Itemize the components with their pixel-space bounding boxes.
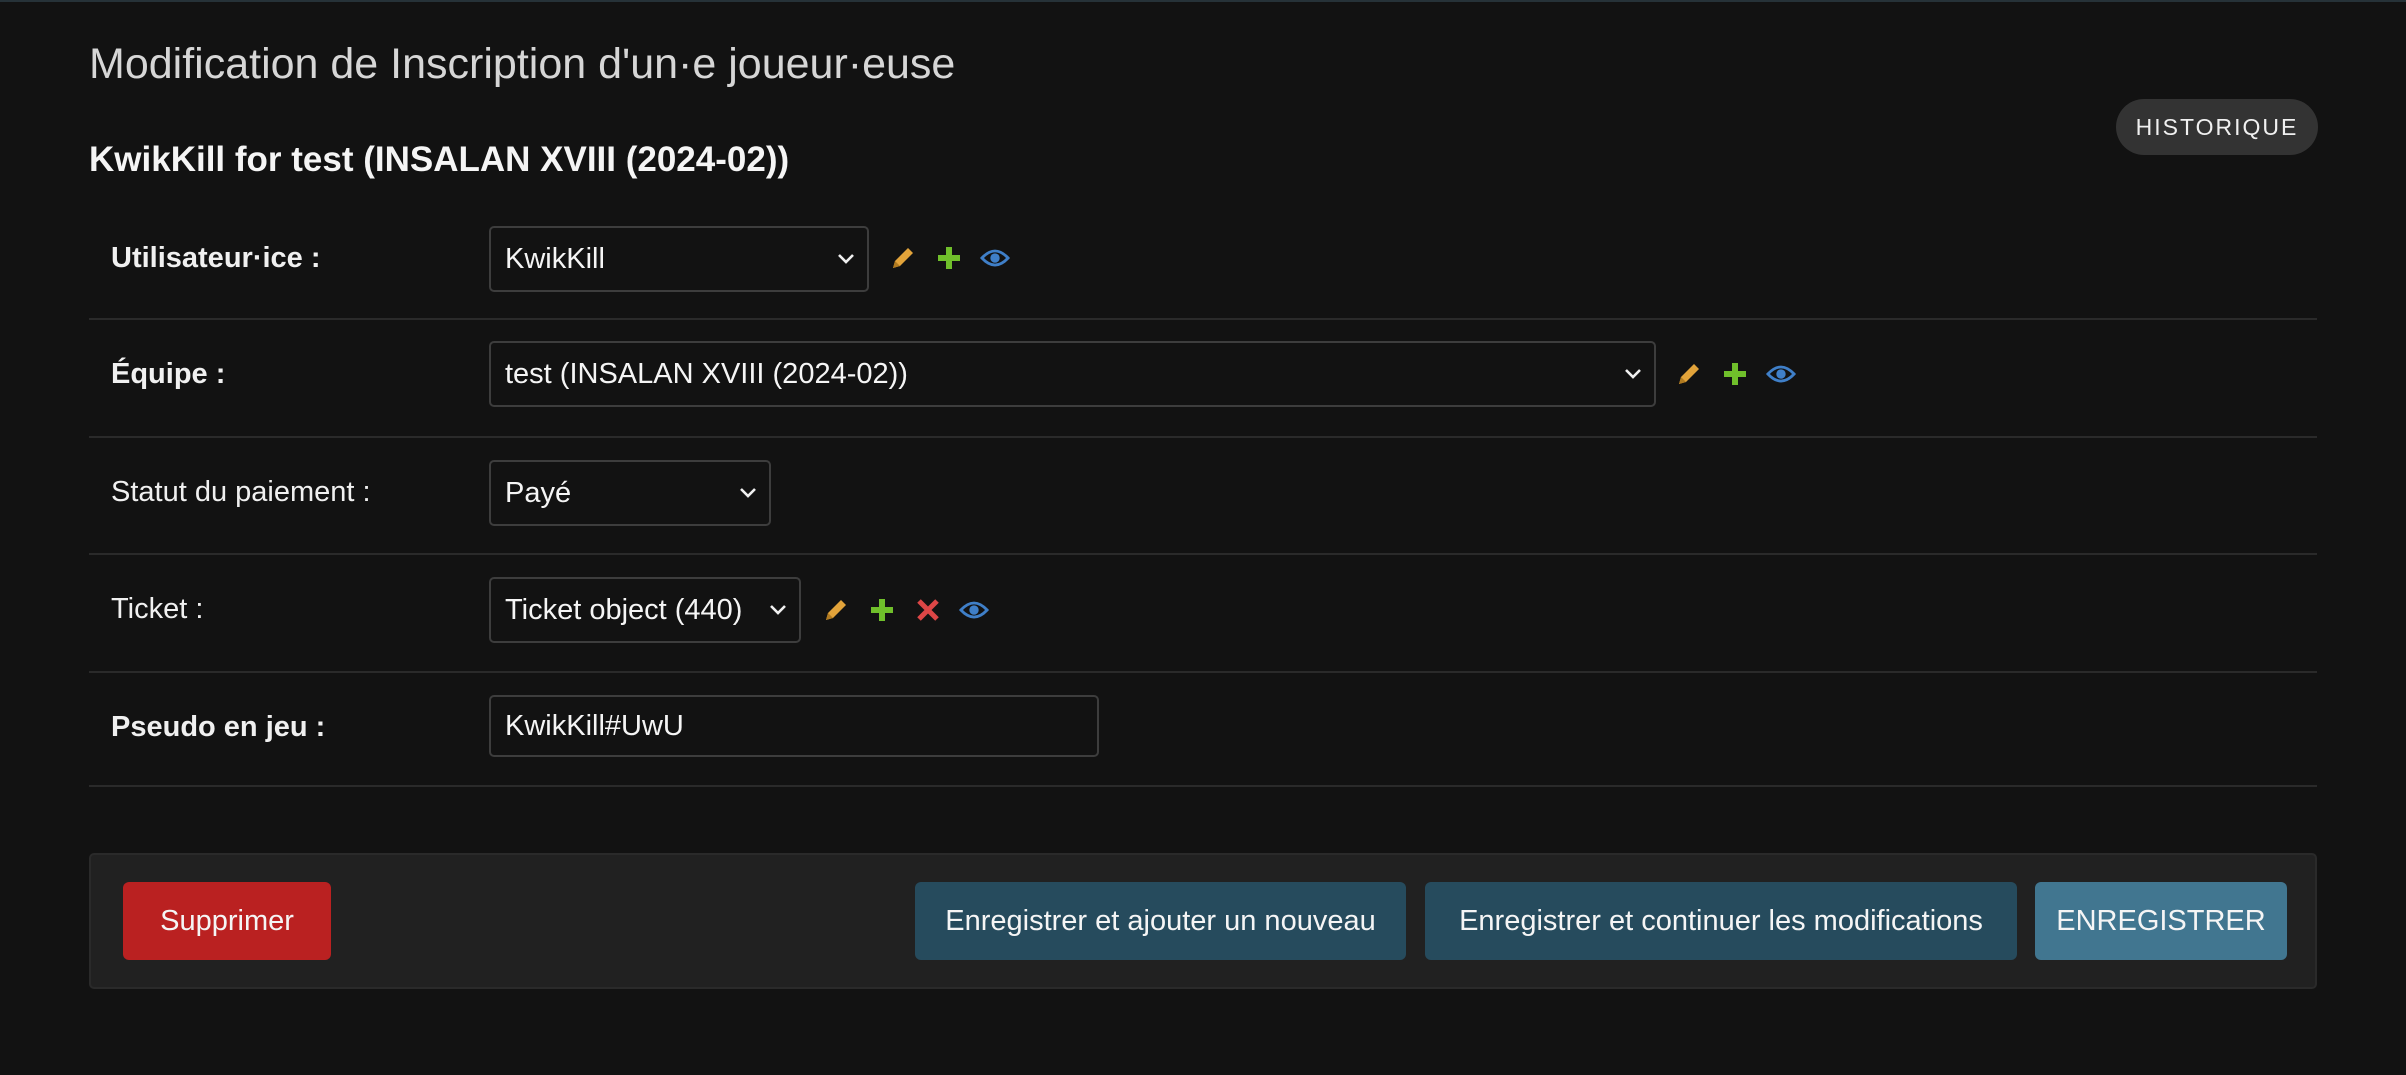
payment-select-value: Payé	[505, 476, 572, 509]
user-select-value: KwikKill	[505, 242, 605, 275]
ingame-name-value: KwikKill#UwU	[505, 709, 684, 742]
submit-row: Supprimer Enregistrer et ajouter un nouv…	[89, 853, 2317, 989]
ticket-label: Ticket :	[111, 593, 204, 625]
user-related-actions	[888, 243, 1010, 273]
pencil-icon[interactable]	[888, 243, 918, 273]
chevron-down-icon	[1625, 369, 1641, 379]
chevron-down-icon	[770, 605, 786, 615]
field-row-ingame: Pseudo en jeu : KwikKill#UwU	[89, 671, 2317, 787]
team-label: Équipe :	[111, 358, 226, 390]
history-button[interactable]: HISTORIQUE	[2116, 99, 2318, 155]
chevron-down-icon	[838, 254, 854, 264]
x-icon[interactable]	[913, 595, 943, 625]
team-select[interactable]: test (INSALAN XVIII (2024-02))	[489, 341, 1656, 407]
ingame-name-input[interactable]: KwikKill#UwU	[489, 695, 1099, 757]
eye-icon[interactable]	[959, 595, 989, 625]
payment-select[interactable]: Payé	[489, 460, 771, 526]
save-and-continue-button[interactable]: Enregistrer et continuer les modificatio…	[1425, 882, 2017, 960]
plus-icon[interactable]	[934, 243, 964, 273]
top-border	[0, 0, 2406, 2]
object-title: KwikKill for test (INSALAN XVIII (2024-0…	[89, 140, 790, 179]
save-and-add-another-button[interactable]: Enregistrer et ajouter un nouveau	[915, 882, 1406, 960]
plus-icon[interactable]	[1720, 359, 1750, 389]
team-related-actions	[1674, 359, 1796, 389]
field-row-user: Utilisateur·ice : KwikKill	[89, 220, 2317, 320]
pencil-icon[interactable]	[821, 595, 851, 625]
plus-icon[interactable]	[867, 595, 897, 625]
save-button[interactable]: ENREGISTRER	[2035, 882, 2287, 960]
ingame-label: Pseudo en jeu :	[111, 711, 326, 743]
field-row-payment: Statut du paiement : Payé	[89, 436, 2317, 555]
ticket-select[interactable]: Ticket object (440)	[489, 577, 801, 643]
pencil-icon[interactable]	[1674, 359, 1704, 389]
field-row-ticket: Ticket : Ticket object (440)	[89, 553, 2317, 673]
team-select-value: test (INSALAN XVIII (2024-02))	[505, 357, 908, 390]
ticket-select-value: Ticket object (440)	[505, 593, 743, 626]
ticket-related-actions	[821, 595, 989, 625]
page-title: Modification de Inscription d'un·e joueu…	[89, 40, 956, 88]
eye-icon[interactable]	[1766, 359, 1796, 389]
chevron-down-icon	[740, 488, 756, 498]
payment-label: Statut du paiement :	[111, 476, 371, 508]
user-label: Utilisateur·ice :	[111, 242, 321, 274]
user-select[interactable]: KwikKill	[489, 226, 869, 292]
field-row-team: Équipe : test (INSALAN XVIII (2024-02))	[89, 318, 2317, 438]
delete-button[interactable]: Supprimer	[123, 882, 331, 960]
eye-icon[interactable]	[980, 243, 1010, 273]
